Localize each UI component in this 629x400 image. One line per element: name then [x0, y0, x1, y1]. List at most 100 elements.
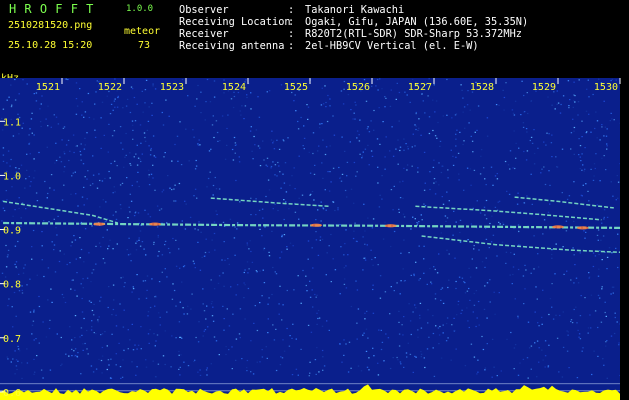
noise-dot: [413, 273, 415, 275]
noise-dot: [28, 175, 30, 178]
noise-dot: [97, 217, 99, 219]
noise-dot: [157, 234, 159, 237]
noise-dot: [94, 136, 97, 138]
noise-dot: [599, 139, 601, 141]
noise-dot: [419, 314, 421, 316]
noise-dot: [283, 182, 286, 184]
noise-dot: [433, 266, 435, 268]
noise-dot: [340, 246, 342, 248]
noise-dot: [281, 319, 283, 321]
noise-dot: [166, 311, 168, 313]
noise-dot: [297, 120, 299, 123]
noise-dot: [211, 124, 214, 126]
noise-dot: [162, 355, 165, 357]
noise-dot: [372, 218, 375, 220]
noise-dot: [476, 317, 478, 319]
noise-dot: [424, 205, 427, 207]
noise-dot: [355, 104, 357, 106]
noise-dot: [426, 348, 429, 350]
noise-dot: [420, 327, 423, 329]
noise-dot: [77, 352, 79, 354]
noise-dot: [459, 241, 462, 243]
noise-dot: [152, 83, 154, 85]
noise-dot: [261, 208, 264, 210]
noise-dot: [153, 333, 155, 335]
noise-dot: [519, 244, 521, 246]
noise-dot: [494, 206, 497, 208]
noise-dot: [197, 143, 199, 145]
noise-dot: [485, 238, 488, 240]
y-tick-label: 0.7: [3, 334, 21, 345]
noise-dot: [122, 326, 125, 328]
noise-dot: [605, 345, 607, 347]
noise-dot: [239, 337, 241, 339]
noise-dot: [364, 148, 367, 150]
noise-dot: [484, 266, 486, 268]
noise-dot: [551, 249, 553, 251]
noise-dot: [63, 171, 65, 173]
noise-dot: [434, 111, 436, 113]
noise-dot: [322, 369, 324, 371]
noise-dot: [112, 192, 114, 194]
noise-dot: [267, 332, 269, 334]
noise-dot: [42, 321, 44, 323]
noise-dot: [365, 328, 368, 330]
noise-dot: [136, 164, 139, 166]
noise-dot: [119, 366, 122, 368]
noise-dot: [455, 280, 457, 283]
noise-dot: [199, 269, 202, 271]
noise-dot: [412, 133, 414, 135]
noise-dot: [347, 94, 350, 96]
noise-dot: [140, 348, 142, 350]
noise-dot: [490, 166, 493, 168]
noise-dot: [178, 350, 180, 353]
noise-dot: [614, 312, 616, 314]
noise-dot: [43, 220, 45, 222]
noise-dot: [132, 286, 134, 288]
noise-dot: [403, 239, 405, 241]
noise-dot: [147, 120, 150, 122]
noise-dot: [518, 244, 520, 246]
noise-dot: [80, 373, 82, 375]
noise-dot: [333, 134, 336, 136]
noise-dot: [486, 282, 489, 284]
noise-dot: [561, 148, 564, 150]
noise-dot: [458, 173, 460, 175]
noise-dot: [194, 228, 196, 230]
noise-dot: [117, 95, 119, 97]
noise-dot: [355, 240, 358, 242]
noise-dot: [288, 208, 290, 210]
noise-dot: [203, 255, 206, 257]
noise-dot: [271, 230, 273, 232]
noise-dot: [71, 241, 73, 243]
noise-dot: [84, 176, 86, 178]
noise-dot: [357, 308, 360, 310]
noise-dot: [390, 189, 393, 191]
noise-dot: [441, 196, 443, 198]
noise-dot: [100, 296, 102, 298]
noise-dot: [249, 130, 252, 132]
noise-dot: [204, 119, 206, 121]
noise-dot: [347, 254, 349, 256]
noise-dot: [110, 103, 113, 105]
noise-dot: [275, 328, 277, 330]
noise-dot: [585, 231, 587, 233]
noise-dot: [82, 163, 85, 165]
noise-dot: [28, 134, 30, 136]
noise-dot: [610, 181, 612, 183]
noise-dot: [395, 98, 397, 100]
noise-dot: [1, 220, 3, 222]
noise-dot: [343, 88, 345, 90]
noise-dot: [526, 195, 528, 197]
noise-dot: [604, 126, 607, 128]
noise-dot: [363, 203, 365, 205]
noise-dot: [361, 155, 364, 157]
noise-dot: [63, 153, 66, 155]
noise-dot: [174, 143, 176, 146]
noise-dot: [329, 105, 331, 107]
noise-dot: [115, 218, 118, 220]
noise-dot: [314, 164, 316, 166]
noise-dot: [606, 340, 608, 342]
noise-dot: [247, 272, 249, 274]
noise-dot: [10, 361, 12, 363]
